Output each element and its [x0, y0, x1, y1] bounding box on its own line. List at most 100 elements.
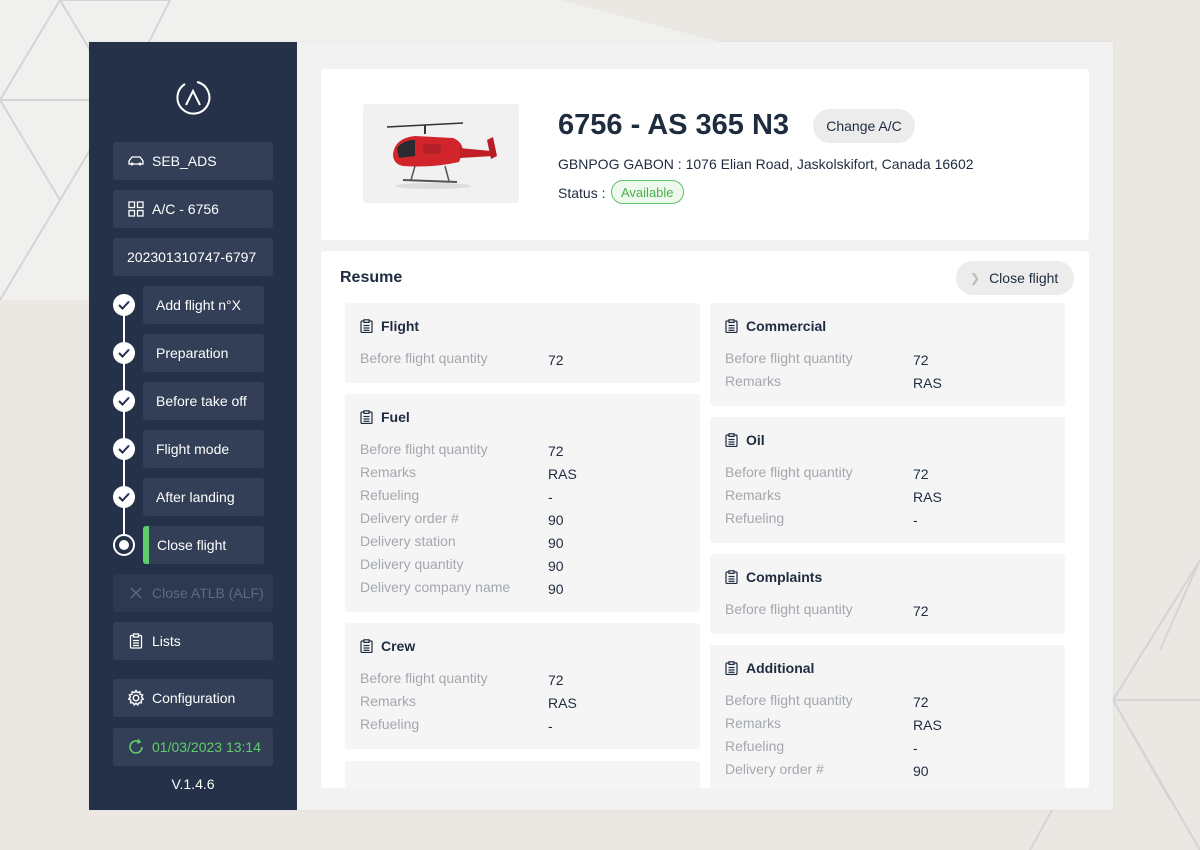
row-value: RAS [913, 489, 942, 505]
row-label: Before flight quantity [725, 601, 853, 617]
aircraft-address: GBNPOG GABON : 1076 Elian Road, Jaskolsk… [558, 156, 974, 172]
row-label: Before flight quantity [725, 464, 853, 480]
row-value: 90 [548, 558, 564, 574]
step-flight-mode[interactable]: Flight mode [143, 430, 264, 468]
clipboard-icon [725, 570, 738, 584]
step-after-landing[interactable]: After landing [143, 478, 264, 516]
row-label: Refueling [360, 487, 420, 503]
close-flight-button[interactable]: ❯ Close flight [956, 261, 1074, 295]
status-label: Status : [558, 185, 606, 201]
additional-card: Additional Before flight quantity 72 Rem… [710, 645, 1065, 788]
row-label: Delivery station [360, 533, 456, 549]
clipboard-icon [360, 410, 373, 424]
step-preparation[interactable]: Preparation [143, 334, 264, 372]
oil-card: Oil Before flight quantity 72 Remarks RA… [710, 417, 1065, 543]
row-value: 72 [913, 603, 929, 619]
app-window: SEB_ADS A/C - 6756 202301310747-6797 Add… [89, 42, 1113, 810]
lists-button[interactable]: Lists [113, 622, 273, 660]
refresh-icon [127, 738, 145, 756]
step-done-icon [113, 438, 135, 460]
step-before-take-off[interactable]: Before take off [143, 382, 264, 420]
card-title-text: Additional [746, 660, 815, 676]
step-label: Add flight n°X [156, 297, 241, 313]
row-label: Delivery quantity [360, 556, 464, 572]
row-value: 72 [548, 352, 564, 368]
close-atlb-label: Close ATLB (ALF) [152, 585, 264, 601]
configuration-label: Configuration [152, 690, 236, 706]
row-label: Delivery company name [360, 579, 511, 595]
sync-datetime: 01/03/2023 13:14 [152, 739, 261, 755]
card-title-text: Commercial [746, 318, 827, 334]
resume-panel: Resume ❯ Close flight Flight Before flig… [321, 251, 1089, 788]
row-label: Remarks [725, 487, 782, 503]
app-logo-icon [176, 81, 211, 115]
clipboard-icon [725, 319, 738, 333]
complaints-card: Complaints Before flight quantity 72 [710, 554, 1065, 634]
card-title: Complaints [725, 569, 822, 585]
step-label: After landing [156, 489, 235, 505]
partial-card [345, 761, 700, 788]
helicopter-image [363, 104, 519, 203]
configuration-button[interactable]: Configuration [113, 679, 273, 717]
row-value: RAS [548, 466, 577, 482]
row-label: Refueling [725, 510, 785, 526]
card-title: Crew [360, 638, 415, 654]
step-done-icon [113, 342, 135, 364]
row-value: - [548, 718, 553, 734]
card-title: Oil [725, 432, 765, 448]
card-title-text: Complaints [746, 569, 823, 585]
close-flight-label: Close flight [989, 270, 1059, 286]
row-value: 72 [548, 672, 564, 688]
row-label: Before flight quantity [360, 670, 488, 686]
row-value: 72 [548, 443, 564, 459]
row-label: Delivery order # [725, 761, 824, 777]
row-value: 72 [913, 466, 929, 482]
sync-button[interactable]: 01/03/2023 13:14 [113, 728, 273, 766]
card-title-text: Fuel [381, 409, 410, 425]
row-label: Before flight quantity [360, 350, 488, 366]
row-label: Before flight quantity [725, 350, 853, 366]
row-value: 72 [913, 352, 929, 368]
step-label: Preparation [156, 345, 229, 361]
clipboard-icon [360, 319, 373, 333]
close-atlb-button[interactable]: Close ATLB (ALF) [113, 574, 273, 612]
row-value: RAS [548, 695, 577, 711]
step-done-icon [113, 294, 135, 316]
step-close-flight[interactable]: Close flight [143, 526, 264, 564]
row-value: 90 [548, 581, 564, 597]
row-label: Delivery order # [360, 510, 459, 526]
row-label: Remarks [725, 373, 782, 389]
step-add-flight[interactable]: Add flight n°X [143, 286, 264, 324]
row-value: RAS [913, 375, 942, 391]
row-label: Before flight quantity [360, 441, 488, 457]
chevron-right-icon: ❯ [970, 271, 981, 285]
row-value: - [913, 740, 918, 756]
row-value: RAS [913, 717, 942, 733]
row-value: 90 [548, 535, 564, 551]
change-aircraft-button[interactable]: Change A/C [813, 109, 915, 143]
aircraft-button[interactable]: A/C - 6756 [113, 190, 273, 228]
lists-label: Lists [152, 633, 181, 649]
card-title: Additional [725, 660, 814, 676]
grid-icon [127, 200, 145, 218]
row-value: 90 [548, 512, 564, 528]
step-label: Flight mode [156, 441, 230, 457]
gear-icon [127, 689, 145, 707]
status-badge: Available [611, 180, 684, 204]
aircraft-title: 6756 - AS 365 N3 [558, 109, 790, 141]
card-title-text: Flight [381, 318, 420, 334]
crew-card: Crew Before flight quantity 72 Remarks R… [345, 623, 700, 749]
main-content: 6756 - AS 365 N3 Change A/C GBNPOG GABON… [297, 42, 1113, 810]
car-icon [127, 152, 145, 170]
flight-id-label: 202301310747-6797 [127, 249, 257, 265]
row-label: Before flight quantity [725, 692, 853, 708]
clipboard-icon [725, 433, 738, 447]
aircraft-card: 6756 - AS 365 N3 Change A/C GBNPOG GABON… [321, 69, 1089, 240]
user-button[interactable]: SEB_ADS [113, 142, 273, 180]
row-label: Refueling [725, 738, 785, 754]
step-done-icon [113, 390, 135, 412]
clipboard-icon [127, 632, 145, 650]
flight-id-button[interactable]: 202301310747-6797 [113, 238, 273, 276]
sidebar: SEB_ADS A/C - 6756 202301310747-6797 Add… [89, 42, 297, 810]
resume-title: Resume [340, 269, 403, 286]
